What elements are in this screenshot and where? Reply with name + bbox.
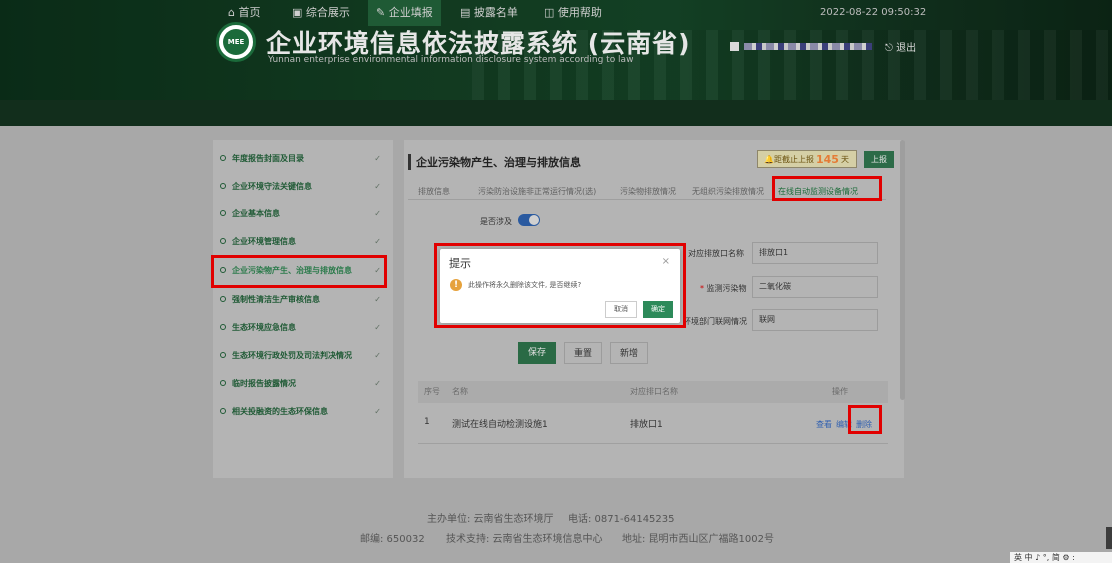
deadline-badge: 🔔 距截止上报 145 天 (757, 150, 857, 168)
circle-icon (220, 352, 226, 358)
row-index: 1 (424, 417, 430, 427)
highlight-online-monitoring-tab (772, 176, 882, 201)
nav-overview[interactable]: ▣ 综合展示 (292, 0, 350, 26)
sidebar-item-temp-report[interactable]: 临时报告披露情况 ✓ (213, 372, 393, 394)
circle-icon (220, 238, 226, 244)
circle-icon (220, 210, 226, 216)
edge-widget (1106, 527, 1112, 549)
involved-toggle[interactable] (518, 214, 540, 226)
circle-icon (220, 183, 226, 189)
report-button[interactable]: 上报 (864, 151, 894, 168)
check-icon: ✓ (374, 236, 381, 246)
footer-host: 主办单位: 云南省生态环境厅 (427, 514, 554, 525)
tab-unorganized-emission[interactable]: 无组织污染排放情况 (692, 186, 764, 197)
sidebar-item-investment[interactable]: 相关投融资的生态环保信息 ✓ (213, 400, 393, 422)
outlet-name-input[interactable]: 排放口1 (752, 242, 878, 264)
check-icon: ✓ (374, 181, 381, 191)
circle-icon (220, 296, 226, 302)
pollutant-input[interactable]: 二氧化碳 (752, 276, 878, 298)
sidebar-item-management[interactable]: 企业环境管理信息 ✓ (213, 230, 393, 252)
row-outlet: 排放口1 (630, 420, 663, 430)
sidebar-item-emergency[interactable]: 生态环境应急信息 ✓ (213, 316, 393, 338)
tab-abnormal-operation[interactable]: 污染防治设施非正常运行情况(选) (478, 186, 596, 197)
logo-text: MEE (223, 29, 249, 55)
involved-label: 是否涉及 (480, 217, 512, 226)
row-name: 测试在线自动检测设施1 (452, 420, 548, 430)
network-status-input[interactable]: 联网 (752, 309, 878, 331)
nav-disclosure-list[interactable]: ▤ 披露名单 (460, 0, 518, 26)
circle-icon (220, 408, 226, 414)
check-icon: ✓ (374, 208, 381, 218)
col-name: 名称 (452, 387, 468, 396)
check-icon: ✓ (374, 406, 381, 416)
nav-home[interactable]: ⌂ 首页 (228, 0, 260, 26)
panel-scrollbar[interactable] (900, 140, 905, 400)
highlight-pollution-sidebar (211, 255, 387, 288)
book-icon: ◫ (544, 6, 558, 19)
view-link[interactable]: 查看 (816, 419, 832, 430)
highlight-delete-link (848, 405, 882, 434)
tab-emission-info[interactable]: 排放信息 (418, 186, 450, 197)
logout-link[interactable]: ⎋ 退出 (885, 39, 916, 54)
check-icon: ✓ (374, 378, 381, 388)
user-avatar-icon (730, 41, 739, 51)
nav-enterprise-report[interactable]: ✎ 企业填报 (368, 0, 441, 26)
circle-icon (220, 380, 226, 386)
user-box: ⎋ 退出 (730, 39, 916, 54)
check-icon: ✓ (374, 350, 381, 360)
sidebar-item-clean-production[interactable]: 强制性清洁生产审核信息 ✓ (213, 288, 393, 310)
equipment-table: 序号 名称 对应排口名称 操作 1 测试在线自动检测设施1 排放口1 查看 编辑… (418, 381, 888, 477)
home-icon: ⌂ (228, 6, 239, 19)
circle-icon (220, 324, 226, 330)
deadline-days: 145 (815, 152, 839, 166)
footer-zip: 邮编: 650032 (360, 534, 425, 545)
list-icon: ▤ (460, 6, 474, 19)
tab-pollutant-emission[interactable]: 污染物排放情况 (620, 186, 676, 197)
save-button[interactable]: 保存 (518, 342, 556, 364)
ime-toolbar[interactable]: 英 中 ♪ °, 简 ⚙ : (1010, 552, 1112, 563)
pollutant-label: * 监测污染物 (700, 284, 747, 293)
reset-button[interactable]: 重置 (564, 342, 602, 364)
logout-label: 退出 (896, 42, 917, 54)
edit-icon: ✎ (376, 6, 389, 19)
col-actions: 操作 (832, 387, 848, 396)
col-outlet: 对应排口名称 (630, 387, 678, 396)
sidebar-item-cover[interactable]: 年度报告封面及目录 ✓ (213, 147, 393, 169)
panel-title: 企业污染物产生、治理与排放信息 (408, 154, 581, 170)
network-status-label: 环境部门联网情况 (683, 317, 747, 326)
circle-icon (220, 155, 226, 161)
user-name-obscured (744, 42, 872, 50)
footer-support: 技术支持: 云南省生态环境信息中心 (446, 534, 603, 545)
bell-icon: 🔔 (764, 154, 774, 164)
highlight-dialog (434, 243, 686, 328)
check-icon: ✓ (374, 153, 381, 163)
footer-phone: 电话: 0871-64145235 (568, 514, 675, 525)
footer (0, 494, 1112, 563)
row-divider (418, 443, 888, 444)
mee-logo-icon: MEE (216, 22, 256, 62)
outlet-name-label: 对应排放口名称 (688, 249, 744, 258)
nav-help[interactable]: ◫ 使用帮助 (544, 0, 602, 26)
footer-address: 地址: 昆明市西山区广福路1002号 (622, 534, 774, 545)
sidebar-item-compliance[interactable]: 企业环境守法关键信息 ✓ (213, 175, 393, 197)
current-datetime: 2022-08-22 09:50:32 (820, 7, 927, 18)
system-subtitle: Yunnan enterprise environmental informat… (268, 55, 634, 65)
monitor-icon: ▣ (292, 6, 306, 19)
check-icon: ✓ (374, 294, 381, 304)
main-nav (0, 100, 1112, 126)
check-icon: ✓ (374, 322, 381, 332)
add-button[interactable]: 新增 (610, 342, 648, 364)
sidebar-item-penalty[interactable]: 生态环境行政处罚及司法判决情况 ✓ (213, 344, 393, 366)
col-index: 序号 (424, 387, 440, 396)
sidebar-item-basic-info[interactable]: 企业基本信息 ✓ (213, 202, 393, 224)
